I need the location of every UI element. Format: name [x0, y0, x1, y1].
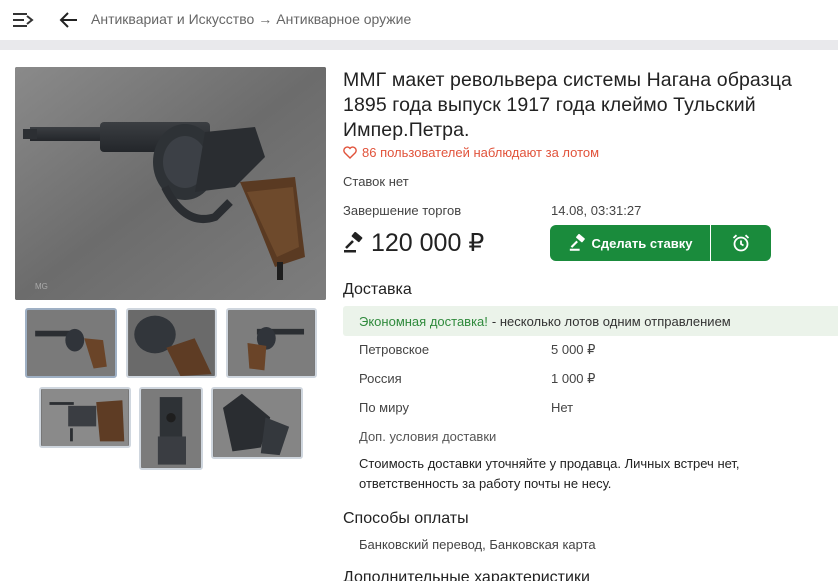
top-bar: Антиквариат и Искусство → Антикварное оруж…	[0, 0, 838, 40]
main-lot-photo[interactable]: MG	[15, 67, 326, 300]
lot-title: ММГ макет револьвера системы Нагана обра…	[343, 69, 792, 141]
place-bid-label: Сделать ставку	[591, 235, 693, 251]
delivery-row-value: 1 000 ₽	[551, 371, 596, 386]
thumbnail-1[interactable]	[25, 308, 117, 378]
delivery-row-value: Нет	[551, 400, 574, 415]
auction-end-label: Завершение торгов	[343, 203, 462, 218]
breadcrumb-antique-weapons[interactable]: Антикварное оружие	[276, 11, 411, 27]
thumbnail-5[interactable]	[139, 387, 203, 470]
menu-icon[interactable]	[12, 10, 34, 30]
heart-icon	[343, 146, 357, 159]
extra-characteristics-heading: Дополнительные характеристики	[343, 569, 590, 581]
gavel-icon	[344, 232, 363, 253]
arrow-back-icon[interactable]	[58, 9, 80, 31]
svg-text:MG: MG	[35, 282, 48, 291]
breadcrumb-separator: →	[258, 11, 273, 27]
price-value: 120 000 ₽	[371, 229, 485, 257]
delivery-row-label: Россия	[359, 371, 402, 386]
delivery-row-value: 5 000 ₽	[551, 342, 596, 357]
breadcrumb: Антиквариат и Искусство → Антикварное оруж…	[91, 11, 411, 27]
alarm-clock-icon	[732, 234, 750, 252]
economy-delivery-banner: Экономная доставка! - несколько лотов од…	[343, 306, 838, 336]
economy-delivery-text: - несколько лотов одним отправлением	[491, 313, 731, 329]
thumbnail-2[interactable]	[126, 308, 217, 378]
delivery-conditions-text: Стоимость доставки уточняйте у продавца.…	[359, 456, 740, 491]
economy-delivery-highlight: Экономная доставка!	[359, 313, 488, 329]
watchers-link[interactable]: 86 пользователей наблюдают за лотом	[343, 145, 599, 160]
watchers-text: 86 пользователей наблюдают за лотом	[362, 145, 600, 160]
thumbnail-4[interactable]	[39, 387, 131, 448]
gavel-icon	[569, 234, 585, 251]
delivery-heading: Доставка	[343, 281, 412, 298]
lot-price: 120 000 ₽	[343, 228, 484, 258]
delivery-conditions-label: Доп. условия доставки	[359, 429, 497, 444]
thumbnail-6[interactable]	[211, 387, 303, 459]
delivery-row-label: По миру	[359, 400, 409, 415]
delivery-row-label: Петровское	[359, 342, 430, 357]
reminder-button[interactable]	[711, 225, 771, 261]
payment-heading: Способы оплаты	[343, 510, 469, 527]
place-bid-button[interactable]: Сделать ставку	[550, 225, 710, 261]
header-divider	[0, 40, 838, 50]
payment-methods: Банковский перевод, Банковская карта	[359, 537, 596, 552]
auction-end-value: 14.08, 03:31:27	[551, 203, 642, 218]
bids-status: Ставок нет	[343, 174, 409, 189]
breadcrumb-antiques-art[interactable]: Антиквариат и Искусство	[91, 11, 254, 27]
thumbnail-3[interactable]	[226, 308, 317, 378]
